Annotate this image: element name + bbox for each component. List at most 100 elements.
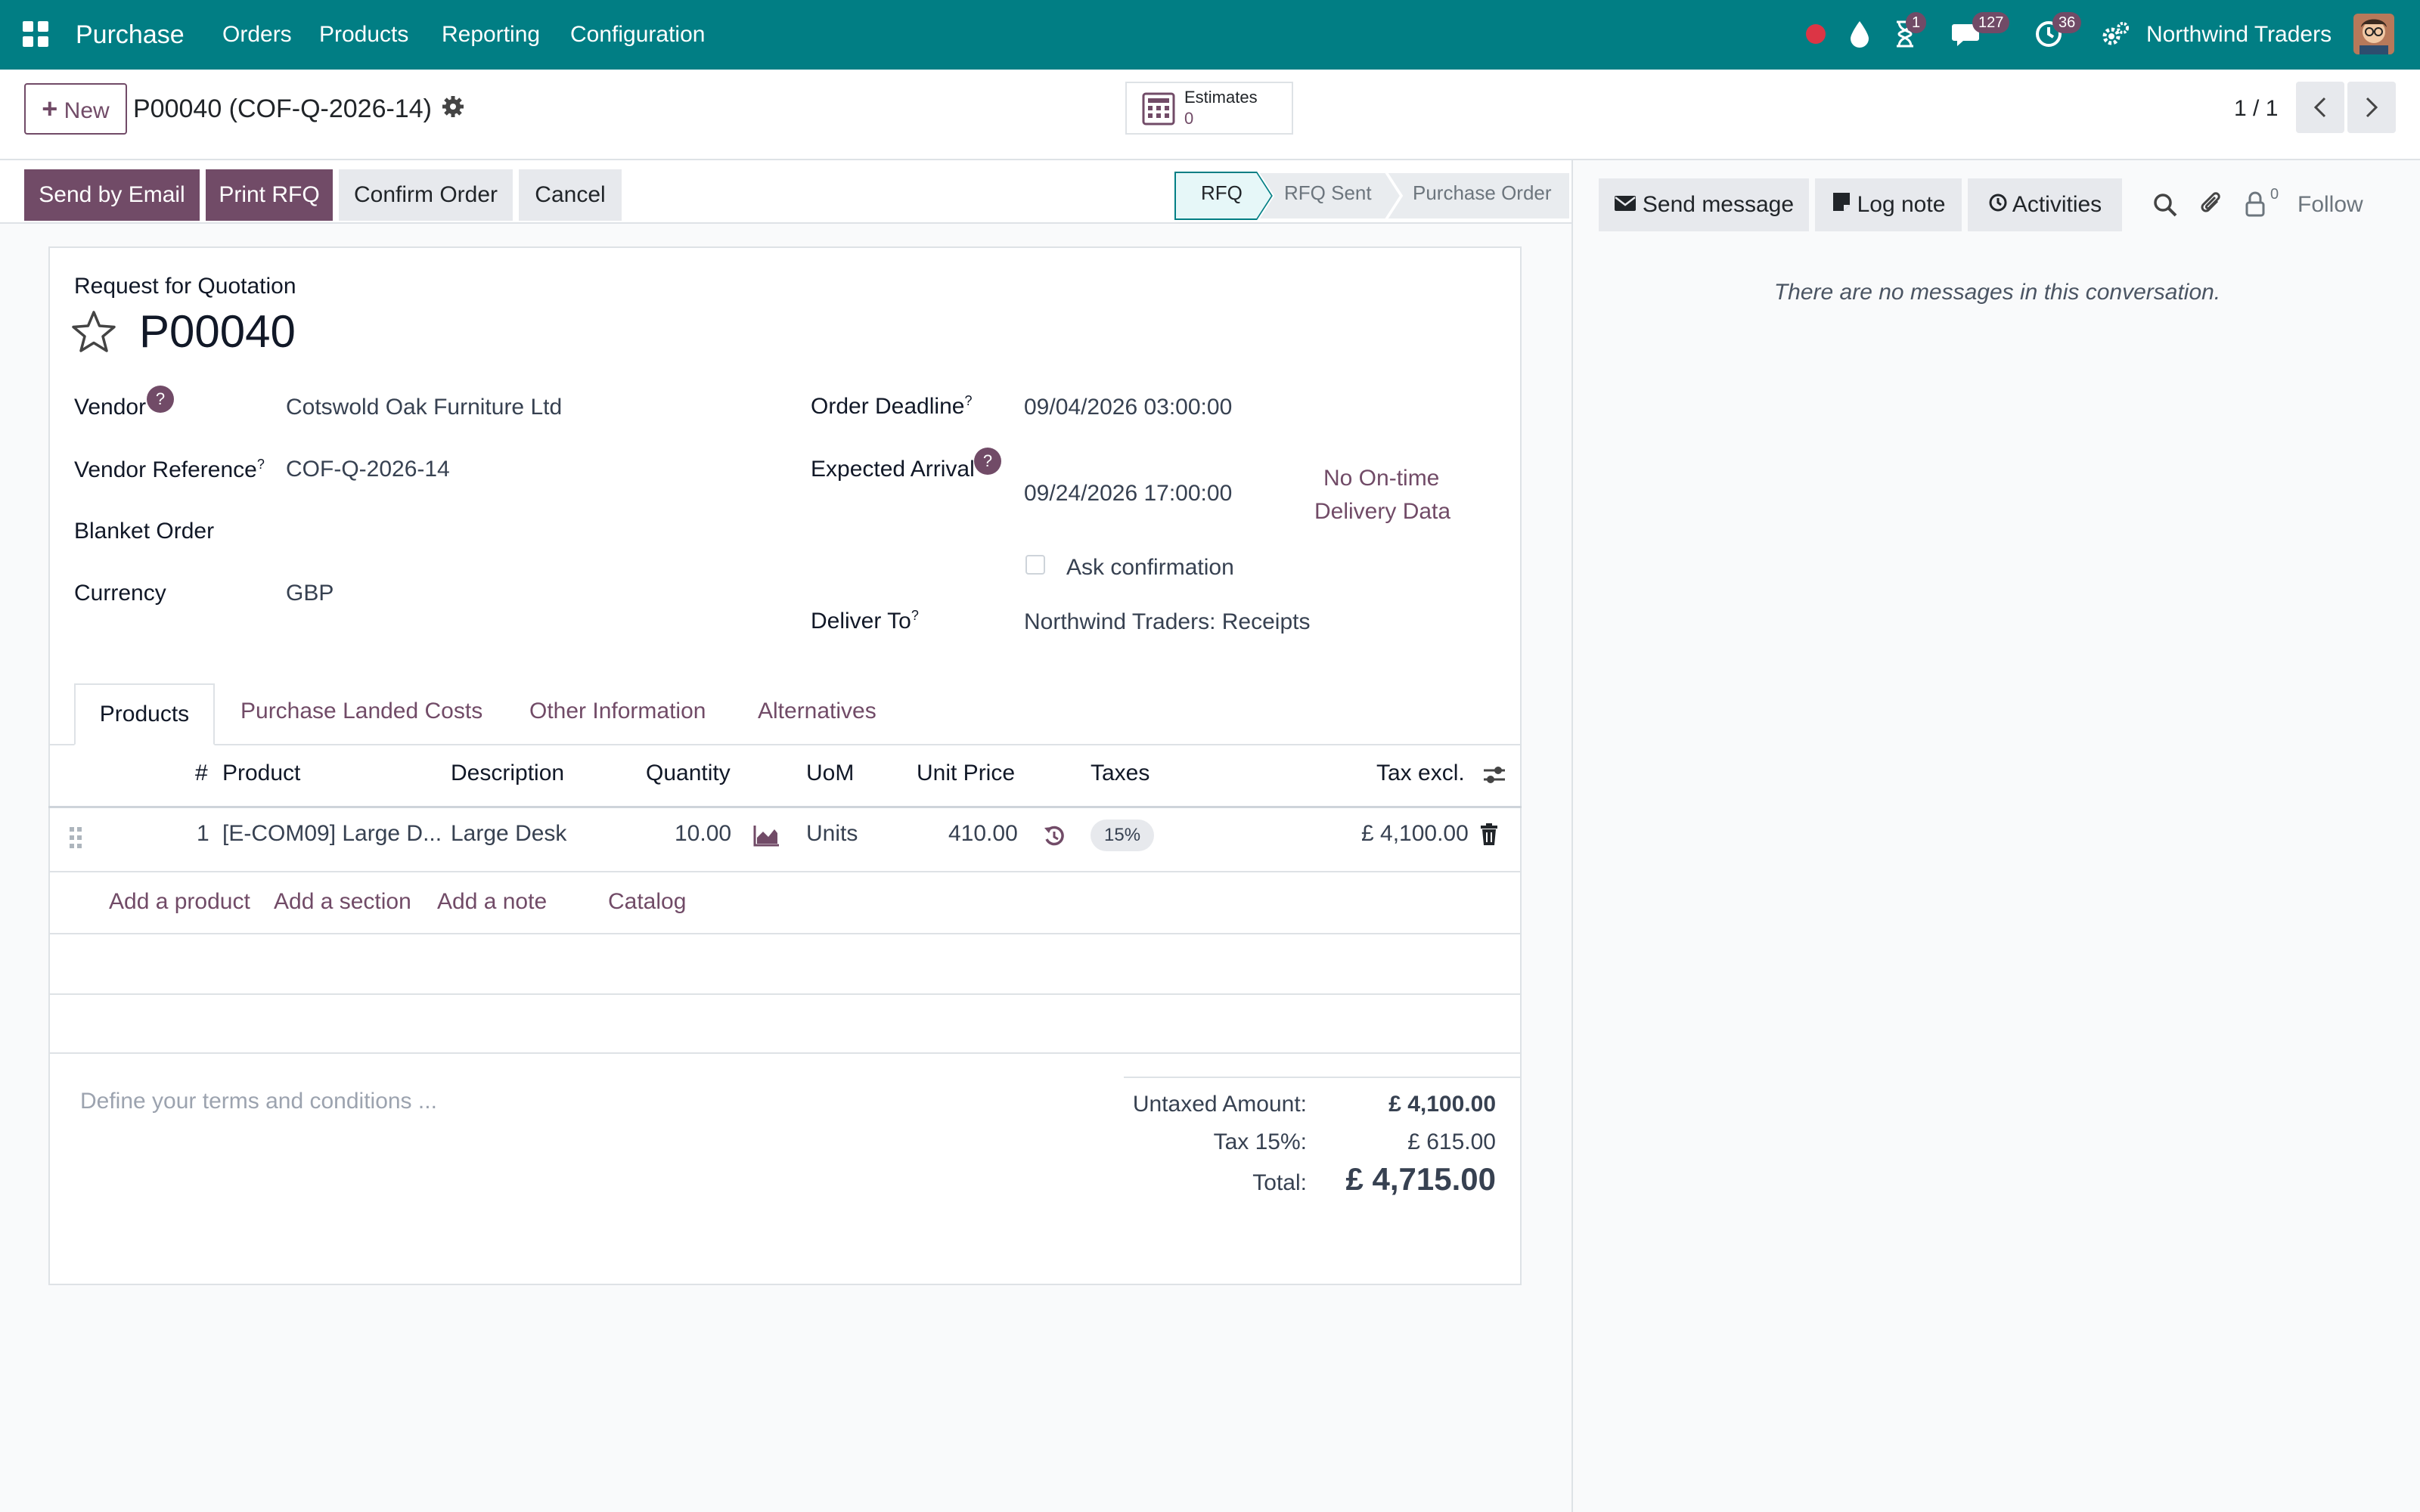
row-border-4 bbox=[48, 1052, 1522, 1054]
currency-label: Currency bbox=[74, 581, 166, 606]
estimates-label: Estimates bbox=[1184, 88, 1258, 107]
log-note-button[interactable]: Log note bbox=[1815, 178, 1962, 231]
favorite-star-icon[interactable] bbox=[71, 310, 116, 358]
drop-icon[interactable] bbox=[1848, 20, 1871, 52]
forecast-chart-icon[interactable] bbox=[753, 824, 780, 850]
reset-price-icon[interactable] bbox=[1042, 824, 1066, 852]
tab-other-information[interactable]: Other Information bbox=[529, 699, 706, 724]
menu-orders[interactable]: Orders bbox=[222, 0, 292, 70]
chevron-left-icon bbox=[2313, 97, 2326, 118]
row-tax-tag[interactable]: 15% bbox=[1091, 820, 1155, 851]
tabs-bottom-border bbox=[48, 744, 1522, 745]
menu-configuration[interactable]: Configuration bbox=[570, 0, 705, 70]
print-rfq-button[interactable]: Print RFQ bbox=[206, 169, 333, 221]
confirm-order-button[interactable]: Confirm Order bbox=[339, 169, 513, 221]
user-avatar[interactable] bbox=[2353, 14, 2394, 54]
menu-reporting[interactable]: Reporting bbox=[442, 0, 540, 70]
tab-landed-costs[interactable]: Purchase Landed Costs bbox=[240, 699, 482, 724]
col-header-unit-price[interactable]: Unit Price bbox=[917, 761, 1015, 786]
drag-handle-icon[interactable] bbox=[68, 826, 83, 854]
activities-label: Activities bbox=[2012, 192, 2102, 217]
add-section-link[interactable]: Add a section bbox=[274, 889, 411, 915]
status-step-rfq-sent[interactable]: RFQ Sent bbox=[1284, 181, 1372, 205]
estimates-smart-button[interactable]: Estimates 0 bbox=[1125, 82, 1293, 135]
col-header-taxes[interactable]: Taxes bbox=[1091, 761, 1150, 786]
col-header-description[interactable]: Description bbox=[451, 761, 564, 786]
add-note-link[interactable]: Add a note bbox=[437, 889, 547, 915]
send-message-button[interactable]: Send message bbox=[1599, 178, 1809, 231]
currency-field[interactable]: GBP bbox=[286, 581, 334, 606]
col-header-tax-excl[interactable]: Tax excl. bbox=[1376, 761, 1465, 786]
activities-button[interactable]: Activities bbox=[1968, 178, 2122, 231]
recording-dot-icon[interactable] bbox=[1806, 24, 1826, 44]
app-grid-icon[interactable] bbox=[23, 21, 48, 47]
company-name[interactable]: Northwind Traders bbox=[2146, 0, 2332, 70]
deliver-to-tooltip-icon[interactable]: ? bbox=[911, 608, 919, 623]
row-quantity[interactable]: 10.00 bbox=[675, 821, 731, 847]
optional-columns-icon[interactable] bbox=[1482, 764, 1506, 790]
col-header-number: # bbox=[195, 761, 208, 785]
status-step-purchase-order[interactable]: Purchase Order bbox=[1413, 181, 1552, 205]
tab-products[interactable]: Products bbox=[74, 683, 215, 745]
deliver-to-field[interactable]: Northwind Traders: Receipts bbox=[1024, 609, 1311, 635]
row-uom[interactable]: Units bbox=[806, 821, 858, 847]
pager-next-button[interactable] bbox=[2347, 82, 2396, 133]
pager-value[interactable]: 1 / 1 bbox=[2234, 91, 2278, 127]
expected-arrival-help-icon[interactable]: ? bbox=[974, 448, 1001, 475]
vendor-reference-tooltip-icon[interactable]: ? bbox=[257, 457, 265, 472]
vendor-field[interactable]: Cotswold Oak Furniture Ltd bbox=[286, 395, 562, 420]
on-time-rate-line1[interactable]: No On-time bbox=[1323, 466, 1439, 491]
paperclip-icon[interactable] bbox=[2199, 191, 2223, 222]
tab-products-label: Products bbox=[99, 702, 190, 727]
new-button[interactable]: + New bbox=[24, 83, 127, 135]
add-product-link[interactable]: Add a product bbox=[109, 889, 250, 915]
top-navbar: Purchase Orders Products Reporting Confi… bbox=[0, 0, 2420, 70]
col-header-product[interactable]: Product bbox=[222, 761, 300, 786]
plus-icon: + bbox=[42, 93, 58, 124]
pager-prev-button[interactable] bbox=[2296, 82, 2344, 133]
order-deadline-field[interactable]: 09/04/2026 03:00:00 bbox=[1024, 395, 1232, 420]
menu-products[interactable]: Products bbox=[319, 0, 408, 70]
gear-icon[interactable] bbox=[442, 95, 464, 122]
trash-icon[interactable] bbox=[1479, 823, 1499, 850]
status-step-rfq[interactable]: RFQ bbox=[1201, 181, 1243, 205]
order-deadline-tooltip-icon[interactable]: ? bbox=[964, 393, 972, 408]
chevron-right-icon bbox=[2366, 97, 2378, 118]
send-by-email-button[interactable]: Send by Email bbox=[24, 169, 200, 221]
cancel-button[interactable]: Cancel bbox=[519, 169, 622, 221]
chatter-panel: Send message Log note Activities 0 Follo… bbox=[1571, 160, 2420, 1512]
settings-gears-icon[interactable] bbox=[2101, 21, 2130, 52]
follow-button[interactable]: Follow bbox=[2297, 192, 2363, 218]
empty-conversation-message: There are no messages in this conversati… bbox=[1773, 280, 2221, 305]
search-icon[interactable] bbox=[2152, 192, 2178, 222]
row-border-2 bbox=[48, 933, 1522, 934]
control-panel: + New P00040 (COF-Q-2026-14) Estimates 0… bbox=[0, 70, 2420, 160]
ask-confirmation-label[interactable]: Ask confirmation bbox=[1066, 555, 1234, 581]
blanket-order-label: Blanket Order bbox=[74, 519, 215, 544]
vendor-reference-field[interactable]: COF-Q-2026-14 bbox=[286, 457, 450, 482]
on-time-rate-line2[interactable]: Delivery Data bbox=[1314, 499, 1450, 525]
messages-badge: 127 bbox=[1972, 12, 2010, 33]
tax-label: Tax 15%: bbox=[1213, 1129, 1307, 1154]
col-header-quantity[interactable]: Quantity bbox=[646, 761, 731, 786]
estimates-count: 0 bbox=[1184, 109, 1194, 128]
vendor-help-icon[interactable]: ? bbox=[147, 386, 174, 413]
terms-field[interactable]: Define your terms and conditions ... bbox=[80, 1089, 437, 1114]
row-product[interactable]: [E-COM09] Large D... bbox=[222, 821, 442, 847]
catalog-link[interactable]: Catalog bbox=[608, 889, 686, 915]
note-icon bbox=[1832, 179, 1851, 232]
ask-confirmation-checkbox[interactable] bbox=[1025, 555, 1045, 575]
expected-arrival-field[interactable]: 09/24/2026 17:00:00 bbox=[1024, 481, 1232, 507]
col-header-uom[interactable]: UoM bbox=[806, 761, 854, 786]
total-label: Total: bbox=[1252, 1170, 1307, 1195]
vendor-reference-label: Vendor Reference? bbox=[74, 457, 265, 483]
row-description[interactable]: Large Desk bbox=[451, 821, 566, 847]
tab-alternatives[interactable]: Alternatives bbox=[758, 699, 876, 724]
followers-count: 0 bbox=[2270, 186, 2279, 203]
app-name[interactable]: Purchase bbox=[76, 0, 185, 70]
new-button-label: New bbox=[64, 98, 110, 123]
blanket-order-field[interactable] bbox=[286, 514, 755, 547]
row-unit-price[interactable]: 410.00 bbox=[948, 821, 1018, 847]
totals-top-border bbox=[1124, 1077, 1522, 1078]
follower-lock-icon[interactable] bbox=[2245, 191, 2266, 222]
